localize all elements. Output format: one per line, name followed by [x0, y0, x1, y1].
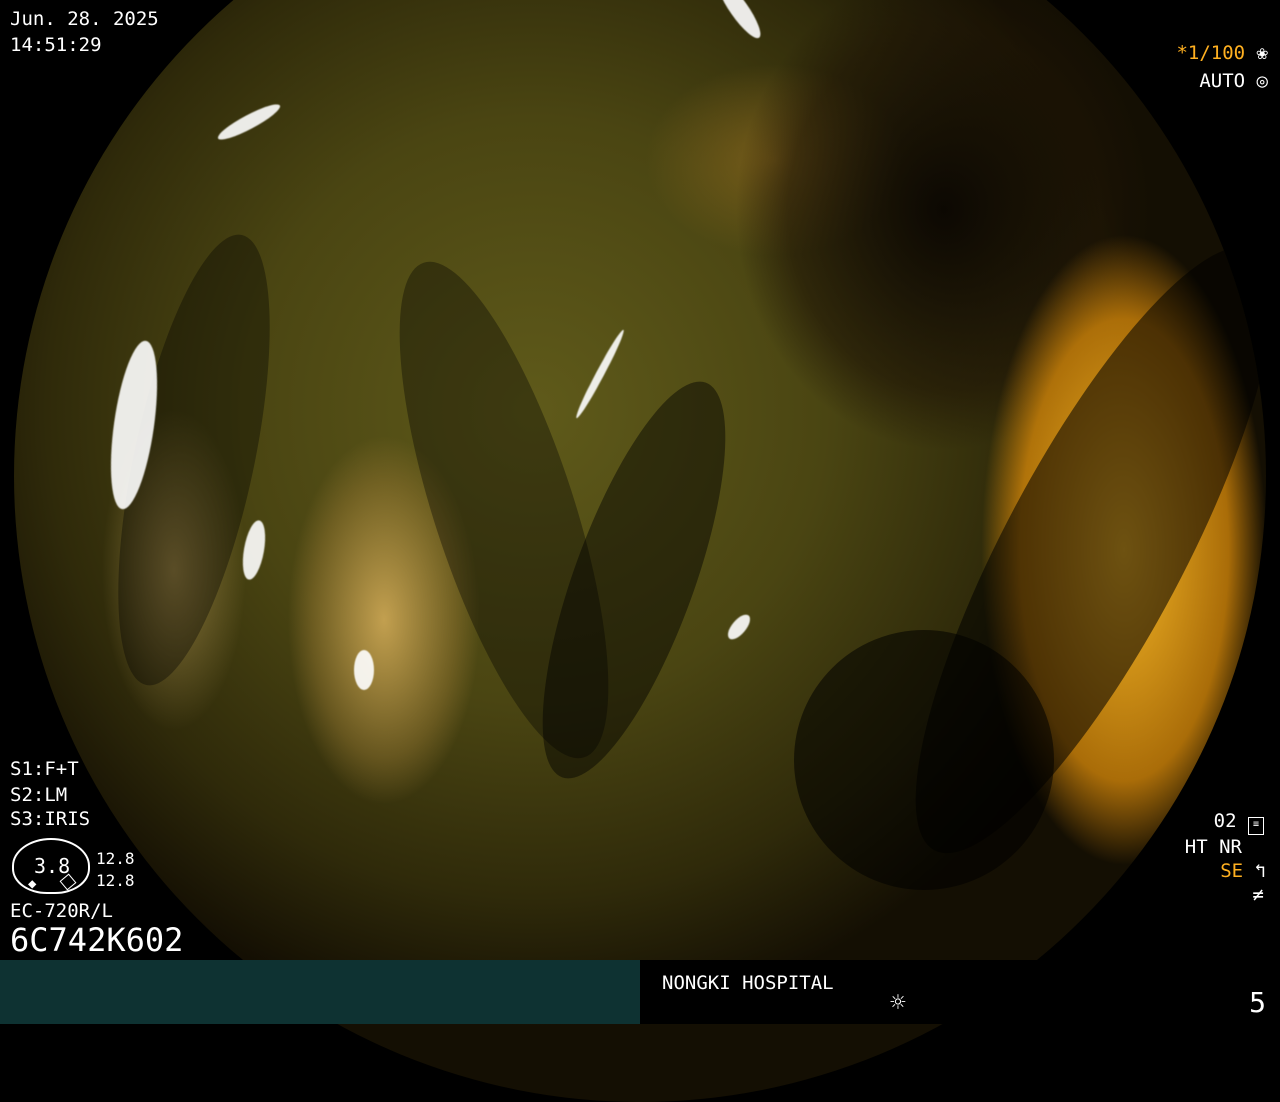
camera-lens-icon: ◎ [1256, 70, 1268, 92]
ht-nr-label: HT NR [1184, 836, 1242, 858]
mucosal-fold [854, 207, 1266, 893]
setting-s2: S2:LM [10, 784, 68, 806]
sun-icon: ☼ [890, 988, 906, 1018]
magnification-badge: 3.8 ◆ [12, 838, 90, 894]
sliders-icon: ≡ [1248, 817, 1264, 835]
footer-left-bar [0, 960, 640, 1024]
auto-mode-label: AUTO [1199, 70, 1246, 92]
specular-highlight [238, 518, 270, 582]
badge-bottom-value: 12.8 [96, 871, 135, 890]
hospital-name: NONGKI HOSPITAL [662, 972, 834, 994]
auto-mode: AUTO ◎ [1199, 70, 1268, 92]
endoscope-image [14, 0, 1266, 1102]
scope-serial: 6C742K602 [10, 921, 184, 959]
se-indicator: SE ↰ [1220, 860, 1266, 882]
enhance-curve-icon: ↰ [1254, 860, 1266, 882]
not-equal-icon: ≠ [1252, 884, 1264, 906]
specular-highlight [354, 650, 374, 690]
preset-indicator: 02 ≡ [1214, 810, 1264, 835]
specular-highlight [711, 0, 767, 43]
specular-highlight [214, 99, 284, 145]
badge-top-value: 12.8 [96, 849, 135, 868]
badge-value: 3.8 [34, 854, 71, 878]
shutter-speed-value: *1/100 [1176, 42, 1246, 64]
shutter-speed: *1/100 ❀ [1176, 42, 1268, 64]
scope-model: EC-720R/L [10, 900, 113, 922]
preset-value: 02 [1213, 810, 1237, 832]
page-number: 5 [1249, 986, 1266, 1019]
setting-s1: S1:F+T [10, 758, 79, 780]
time-label: 14:51:29 [10, 34, 102, 56]
date-label: Jun. 28. 2025 [10, 8, 159, 30]
footer-right-bar: NONGKI HOSPITAL ☼ 5 [640, 960, 1280, 1024]
aperture-icon: ❀ [1256, 42, 1268, 64]
se-label: SE [1220, 860, 1244, 882]
specular-highlight [572, 327, 628, 421]
specular-highlight [723, 611, 755, 643]
setting-s3: S3:IRIS [10, 808, 91, 830]
pointer-icon: ◆ [28, 876, 37, 892]
